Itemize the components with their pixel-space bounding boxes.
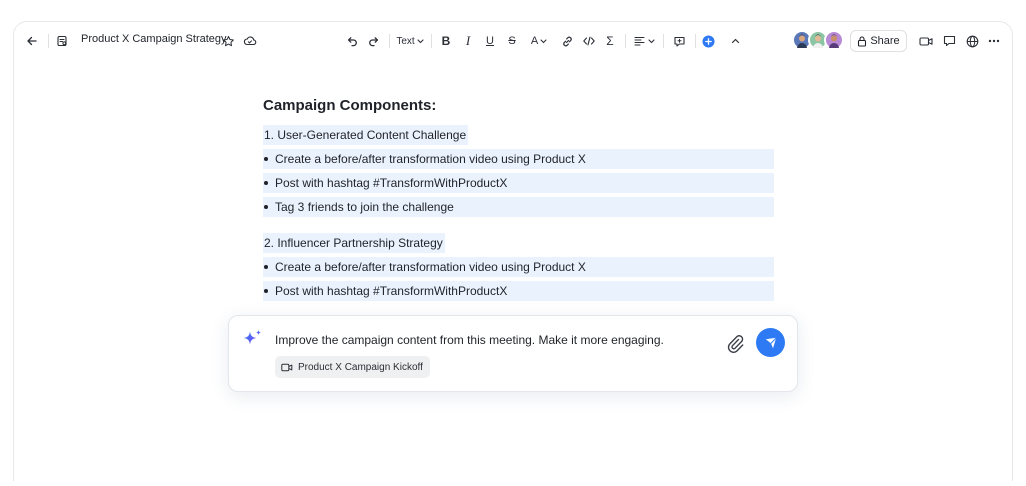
attachment-label: Product X Campaign Kickoff xyxy=(298,361,423,373)
lock-icon xyxy=(858,35,867,47)
more-icon[interactable] xyxy=(984,30,1004,52)
text-style-label: Text xyxy=(396,35,415,47)
sparkle-icon xyxy=(240,328,264,352)
share-button[interactable]: Share xyxy=(850,30,907,52)
underline-button[interactable]: U xyxy=(482,30,498,52)
font-color-dropdown[interactable]: A xyxy=(526,30,552,52)
ai-prompt-card: Improve the campaign content from this m… xyxy=(228,315,798,392)
align-icon xyxy=(633,36,645,46)
document-window: Product X Campaign Strategy Text B I U S… xyxy=(13,21,1013,481)
section-heading: Campaign Components: xyxy=(263,97,437,114)
align-dropdown[interactable] xyxy=(631,30,657,52)
chevron-down-icon xyxy=(417,38,424,43)
collaborator-avatars[interactable] xyxy=(792,30,844,52)
top-toolbar: Product X Campaign Strategy Text B I U S… xyxy=(14,22,1012,60)
divider xyxy=(625,34,626,48)
divider xyxy=(695,34,696,48)
bold-button[interactable]: B xyxy=(438,30,454,52)
divider xyxy=(431,34,432,48)
chat-icon[interactable] xyxy=(939,30,959,52)
list-item[interactable]: Create a before/after transformation vid… xyxy=(263,257,774,277)
list-item[interactable]: Post with hashtag #TransformWithProductX xyxy=(263,173,774,193)
chevron-down-icon xyxy=(647,38,655,43)
star-icon[interactable] xyxy=(218,30,238,52)
video-icon[interactable] xyxy=(916,30,936,52)
send-button[interactable] xyxy=(756,328,785,357)
globe-icon[interactable] xyxy=(962,30,982,52)
document-title[interactable]: Product X Campaign Strategy xyxy=(81,33,227,45)
link-icon[interactable] xyxy=(557,30,577,52)
document-icon[interactable] xyxy=(52,30,72,52)
arrow-left-icon[interactable] xyxy=(22,30,42,52)
cloud-icon[interactable] xyxy=(240,30,260,52)
divider xyxy=(48,34,49,48)
code-icon[interactable] xyxy=(579,30,599,52)
numbered-item[interactable]: 1. User-Generated Content Challenge xyxy=(263,125,469,145)
list-item[interactable]: Tag 3 friends to join the challenge xyxy=(263,197,774,217)
share-label: Share xyxy=(870,35,900,47)
comment-icon[interactable] xyxy=(669,30,689,52)
list-item[interactable]: Create a before/after transformation vid… xyxy=(263,149,774,169)
video-icon xyxy=(281,363,293,371)
attachment-chip[interactable]: Product X Campaign Kickoff xyxy=(275,356,430,378)
plus-circle-icon[interactable] xyxy=(698,30,718,52)
list-item[interactable]: Post with hashtag #TransformWithProductX xyxy=(263,281,774,301)
text-style-dropdown[interactable]: Text xyxy=(394,30,426,52)
numbered-item[interactable]: 2. Influencer Partnership Strategy xyxy=(263,233,445,253)
undo-icon[interactable] xyxy=(342,30,362,52)
italic-button[interactable]: I xyxy=(460,30,476,52)
strikethrough-button[interactable]: S xyxy=(504,30,520,52)
avatar[interactable] xyxy=(824,30,844,50)
chevron-down-icon xyxy=(540,38,547,43)
font-color-label: A xyxy=(530,35,539,47)
prompt-input[interactable]: Improve the campaign content from this m… xyxy=(275,333,664,347)
redo-icon[interactable] xyxy=(364,30,384,52)
chevron-up-icon[interactable] xyxy=(726,30,744,52)
divider xyxy=(663,34,664,48)
paperclip-icon[interactable] xyxy=(725,332,745,354)
formula-button[interactable]: Σ xyxy=(601,30,619,52)
send-icon xyxy=(765,336,777,348)
divider xyxy=(389,34,390,48)
